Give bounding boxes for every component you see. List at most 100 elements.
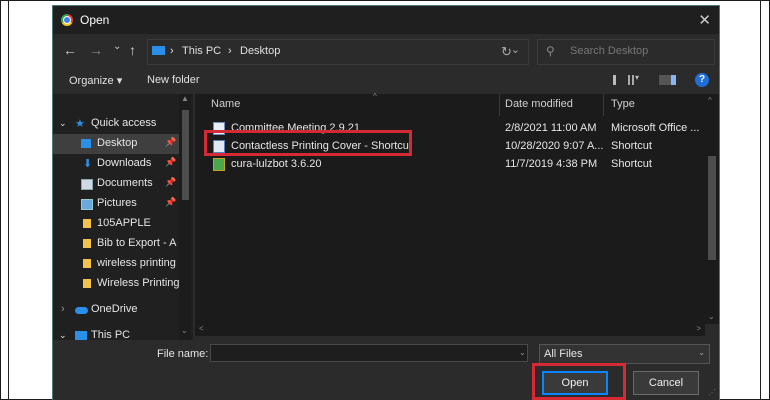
sidebar-item-pictures[interactable]: Pictures 📌 [53, 194, 181, 214]
column-header-date-modified[interactable]: Date modified [505, 98, 573, 110]
downloads-icon: ⬇ [83, 158, 93, 170]
sidebar-item-quick-access[interactable]: ⌄ ★ Quick access [53, 114, 181, 134]
sidebar-item-label: OneDrive [91, 303, 138, 315]
pin-icon: 📌 [165, 137, 177, 147]
change-view-icon[interactable] [613, 75, 634, 85]
scroll-down-arrow-icon[interactable]: ⌄ [708, 312, 715, 321]
scroll-left-arrow-icon[interactable]: < [199, 324, 204, 333]
scroll-down-arrow-icon[interactable]: ⌄ [181, 326, 188, 335]
sidebar-item-downloads[interactable]: ⬇ Downloads 📌 [53, 154, 181, 174]
file-date: 11/7/2019 4:38 PM [505, 158, 598, 170]
highlight-annotation-open-button [532, 363, 626, 400]
navigation-bar: ← → ⌄ ↑ › This PC › Desktop ⌄ ↻ ⚲ Search… [53, 36, 719, 66]
navigation-pane: ⌄ ★ Quick access Desktop 📌 ⬇ Downloads 📌… [53, 94, 193, 341]
sort-ascending-icon: ^ [373, 92, 377, 101]
frame-divider-left [8, 0, 9, 400]
file-type: Microsoft Office ... [611, 122, 700, 134]
folder-icon [83, 279, 91, 288]
navigation-scrollbar[interactable]: ▲ ⌄ [179, 94, 191, 340]
file-date: 2/8/2021 11:00 AM [505, 122, 597, 134]
file-date: 10/28/2020 9:07 A... [505, 140, 604, 152]
column-divider[interactable] [603, 94, 604, 116]
scroll-right-arrow-icon[interactable]: > [696, 324, 701, 333]
onedrive-cloud-icon [75, 307, 88, 314]
pictures-icon [81, 199, 93, 210]
file-name-input[interactable] [210, 344, 528, 362]
this-pc-icon [152, 46, 165, 55]
sidebar-item-label: Pictures [97, 197, 137, 209]
sidebar-item-wireless-printing[interactable]: wireless printing [53, 254, 181, 274]
sidebar-item-wireless-printing-2[interactable]: Wireless Printing [53, 274, 181, 294]
sidebar-item-label: wireless printing [97, 257, 176, 269]
sidebar-item-onedrive[interactable]: › OneDrive [53, 300, 181, 320]
title-bar: Open ✕ [53, 6, 719, 34]
sidebar-item-105apple[interactable]: 105APPLE [53, 214, 181, 234]
file-list-horizontal-scrollbar[interactable]: < > [195, 324, 705, 336]
expand-chevron-icon[interactable]: ⌄ [59, 118, 67, 129]
sidebar-item-label: Documents [97, 177, 153, 189]
scrollbar-thumb[interactable] [182, 110, 189, 200]
new-folder-button[interactable]: New folder [147, 74, 200, 86]
file-name: cura-lulzbot 3.6.20 [231, 158, 322, 170]
sidebar-item-label: Downloads [97, 157, 152, 169]
file-row-cura-lulzbot[interactable]: cura-lulzbot 3.6.20 11/7/2019 4:38 PM Sh… [195, 156, 705, 174]
sidebar-item-label: Bib to Export - A [97, 237, 177, 249]
up-button[interactable]: ↑ [129, 42, 136, 58]
address-dropdown-button[interactable]: ⌄ [511, 43, 520, 56]
folder-icon [83, 239, 91, 248]
resize-grip-icon[interactable]: ⋰ [708, 388, 716, 397]
scroll-up-arrow-icon[interactable]: ▲ [181, 94, 189, 103]
breadcrumb-this-pc[interactable]: This PC [182, 45, 221, 57]
file-type-filter-select[interactable]: All Files ⌄ [539, 344, 710, 364]
pin-icon: 📌 [165, 197, 177, 207]
command-bar: Organize ▾ New folder ▾ ? [53, 68, 719, 92]
scroll-up-arrow-icon[interactable]: ^ [708, 96, 712, 105]
frame-divider-right [760, 0, 761, 400]
pin-icon: 📌 [165, 177, 177, 187]
address-bar[interactable]: › This PC › Desktop ⌄ [147, 39, 529, 65]
scrollbar-thumb[interactable] [708, 156, 716, 260]
file-type: Shortcut [611, 158, 652, 170]
open-dialog: Open ✕ ← → ⌄ ↑ › This PC › Desktop ⌄ ↻ ⚲… [53, 6, 719, 400]
file-list-vertical-scrollbar[interactable]: ^ ⌄ [705, 94, 719, 324]
cura-app-icon [213, 158, 225, 171]
folder-icon [83, 219, 91, 228]
help-icon[interactable]: ? [695, 73, 709, 87]
column-header-type[interactable]: Type [611, 98, 635, 110]
chrome-icon [61, 14, 73, 26]
sidebar-item-bib-to-export[interactable]: Bib to Export - A [53, 234, 181, 254]
sidebar-item-label: Quick access [91, 117, 157, 129]
sidebar-item-documents[interactable]: Documents 📌 [53, 174, 181, 194]
column-divider[interactable] [499, 94, 500, 116]
sidebar-item-desktop[interactable]: Desktop 📌 [53, 134, 181, 154]
column-header-name[interactable]: Name [211, 98, 240, 110]
folder-icon [83, 259, 91, 268]
sidebar-item-label: Wireless Printing [97, 277, 180, 289]
search-icon: ⚲ [546, 44, 555, 58]
recent-locations-button[interactable]: ⌄ [113, 41, 121, 52]
cancel-button[interactable]: Cancel [633, 371, 699, 395]
chevron-down-icon: ⌄ [698, 348, 705, 357]
documents-icon [81, 179, 93, 190]
close-button[interactable]: ✕ [698, 11, 711, 29]
file-type-filter-value: All Files [544, 348, 583, 360]
search-box[interactable]: ⚲ Search Desktop [537, 39, 715, 65]
forward-button[interactable]: → [89, 42, 103, 58]
view-options-dropdown[interactable]: ▾ [635, 73, 639, 82]
this-pc-icon [75, 331, 87, 340]
organize-button[interactable]: Organize ▾ [69, 74, 122, 87]
refresh-button[interactable]: ↻ [501, 44, 512, 60]
sidebar-item-label: Desktop [97, 137, 138, 149]
search-placeholder: Search Desktop [570, 45, 649, 57]
preview-pane-icon[interactable] [659, 75, 676, 85]
expand-chevron-icon[interactable]: › [61, 303, 65, 315]
breadcrumb-separator[interactable]: › [170, 45, 174, 57]
file-list: ^ Name Date modified Type Committee Meet… [195, 92, 705, 324]
breadcrumb-desktop[interactable]: Desktop [240, 45, 280, 57]
file-name-history-dropdown[interactable]: ⌄ [519, 348, 526, 357]
back-button[interactable]: ← [63, 42, 77, 58]
window-title: Open [80, 13, 110, 27]
breadcrumb-separator[interactable]: › [228, 45, 232, 57]
sidebar-item-label: 105APPLE [97, 217, 151, 229]
star-icon: ★ [75, 118, 85, 130]
